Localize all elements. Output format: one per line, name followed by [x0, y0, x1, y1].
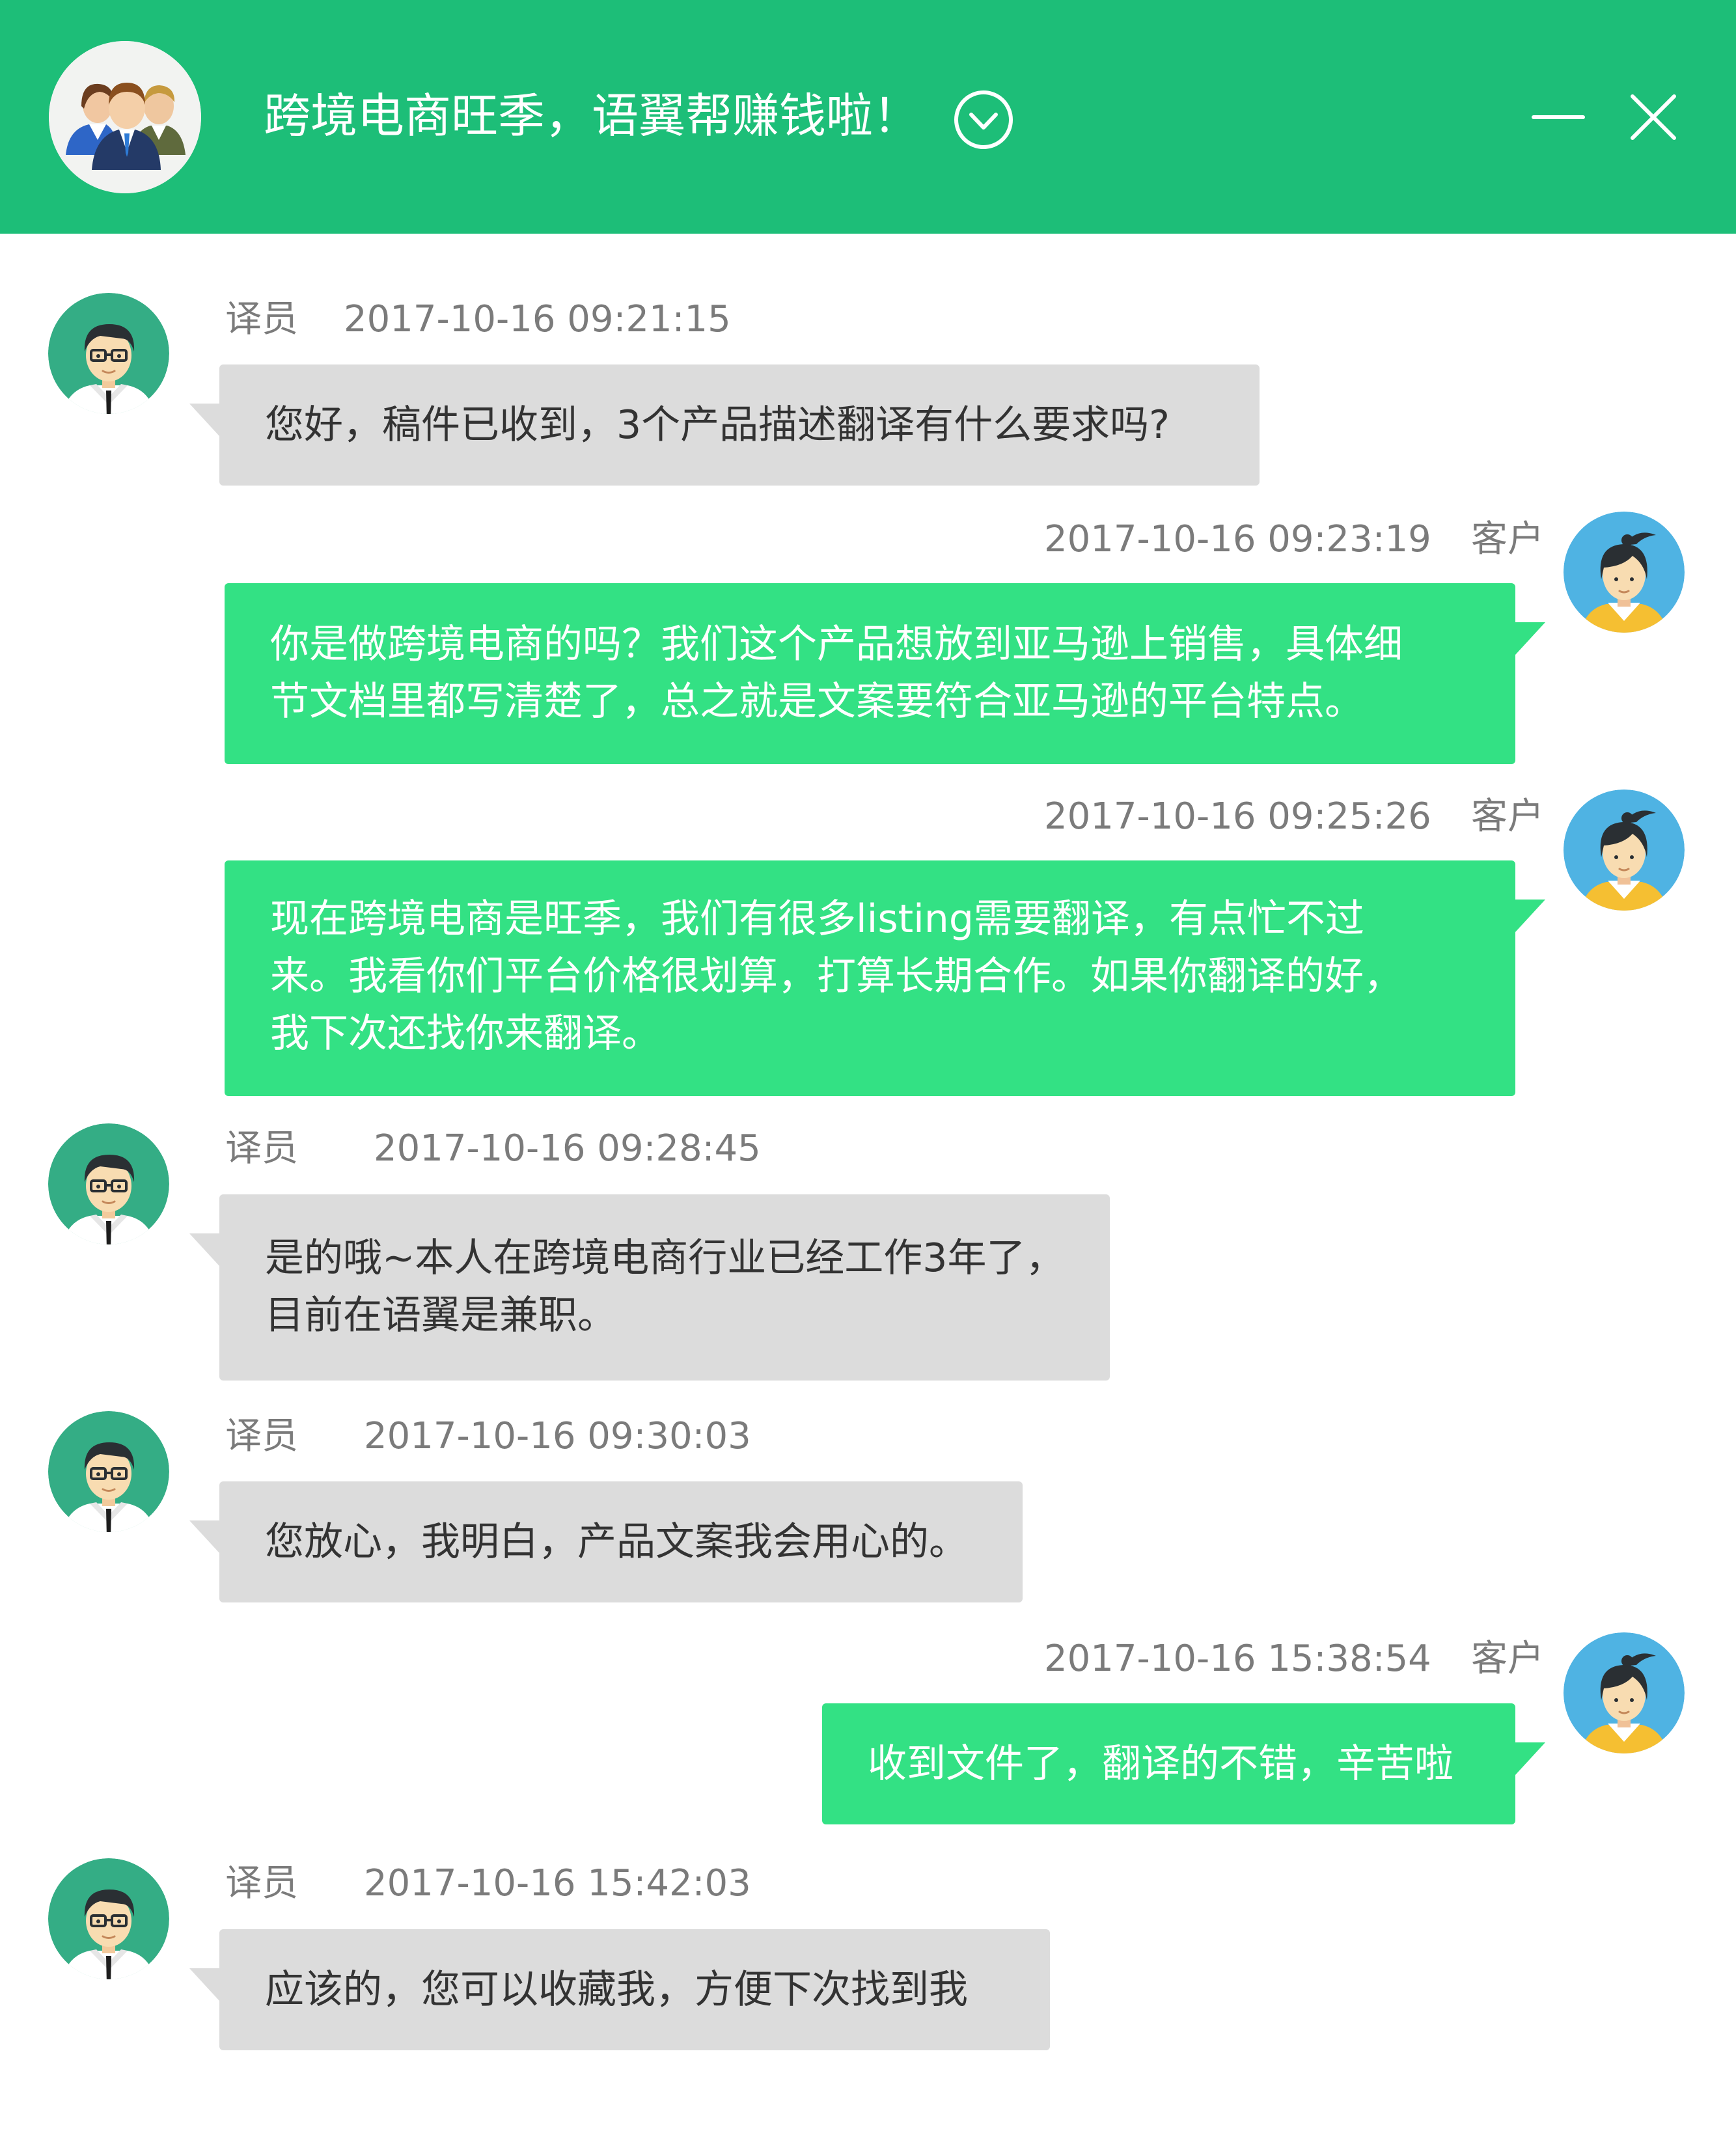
translator-message-bubble[interactable]: 应该的，您可以收藏我，方便下次找到我 [189, 1929, 1050, 2050]
translator-avatar[interactable] [48, 293, 169, 414]
customer-message-bubble[interactable]: 现在跨境电商是旺季，我们有很多listing需要翻译，有点忙不过 来。我看你们平… [225, 860, 1545, 1096]
message-sender: 译员 [225, 1127, 298, 1170]
message-timestamp: 2017-10-16 09:23:19 [1044, 518, 1431, 560]
translator-message-bubble[interactable]: 您放心，我明白，产品文案我会用心的。 [189, 1481, 1023, 1602]
message-text-line: 您放心，我明白，产品文案我会用心的。 [265, 1519, 968, 1565]
message-timestamp: 2017-10-16 09:21:15 [344, 298, 731, 340]
message-text-line: 节文档里都写清楚了，总之就是文案要符合亚马逊的平台特点。 [270, 679, 1364, 724]
translator-message-bubble[interactable]: 是的哦~本人在跨境电商行业已经工作3年了， 目前在语翼是兼职。 [189, 1194, 1110, 1381]
message-sender: 客户 [1471, 518, 1544, 560]
customer-avatar[interactable] [1564, 790, 1685, 911]
customer-avatar[interactable] [1564, 1632, 1685, 1753]
translator-avatar[interactable] [48, 1858, 169, 1979]
message-text-line: 你是做跨境电商的吗？我们这个产品想放到亚马逊上销售，具体细 [270, 622, 1403, 667]
customer-avatar[interactable] [1564, 512, 1685, 633]
message-timestamp: 2017-10-16 15:42:03 [364, 1862, 751, 1904]
message-sender: 客户 [1471, 795, 1544, 838]
message-text-line: 我下次还找你来翻译。 [270, 1011, 661, 1056]
message-sender: 译员 [225, 1415, 298, 1457]
message-text-line: 您好，稿件已收到，3个产品描述翻译有什么要求吗? [265, 402, 1170, 448]
chat-window: 跨境电商旺季，语翼帮赚钱啦！ 译员 2017-10-16 09:21:15 您好… [0, 0, 1736, 2144]
customer-message-bubble[interactable]: 你是做跨境电商的吗？我们这个产品想放到亚马逊上销售，具体细 节文档里都写清楚了，… [225, 583, 1545, 764]
message-sender: 客户 [1471, 1638, 1544, 1680]
message-text-line: 来。我看你们平台价格很划算，打算长期合作。如果你翻译的好， [270, 954, 1403, 999]
translator-avatar[interactable] [48, 1411, 169, 1532]
message-text-line: 是的哦~本人在跨境电商行业已经工作3年了， [265, 1235, 1065, 1281]
message-text-line: 收到文件了，翻译的不错，辛苦啦 [868, 1741, 1454, 1787]
message-timestamp: 2017-10-16 09:25:26 [1044, 795, 1431, 838]
customer-message-bubble[interactable]: 收到文件了，翻译的不错，辛苦啦 [822, 1703, 1545, 1824]
message-sender: 译员 [225, 1862, 298, 1904]
message-timestamp: 2017-10-16 09:30:03 [364, 1415, 751, 1457]
close-icon[interactable] [1626, 90, 1681, 144]
translator-avatar[interactable] [48, 1123, 169, 1244]
message-sender: 译员 [225, 298, 298, 340]
chat-header: 跨境电商旺季，语翼帮赚钱啦！ [0, 0, 1736, 234]
chat-title: 跨境电商旺季，语翼帮赚钱啦！ [264, 89, 920, 143]
message-timestamp: 2017-10-16 09:28:45 [374, 1127, 761, 1170]
message-timestamp: 2017-10-16 15:38:54 [1044, 1638, 1431, 1680]
message-text-line: 现在跨境电商是旺季，我们有很多listing需要翻译，有点忙不过 [270, 896, 1364, 942]
minimize-icon[interactable] [1531, 90, 1586, 144]
message-text-line: 目前在语翼是兼职。 [265, 1293, 616, 1338]
group-users-icon[interactable] [49, 41, 201, 193]
translator-message-bubble[interactable]: 您好，稿件已收到，3个产品描述翻译有什么要求吗? [189, 364, 1260, 486]
message-text-line: 应该的，您可以收藏我，方便下次找到我 [265, 1967, 968, 2013]
check-circle-icon[interactable] [952, 89, 1015, 151]
